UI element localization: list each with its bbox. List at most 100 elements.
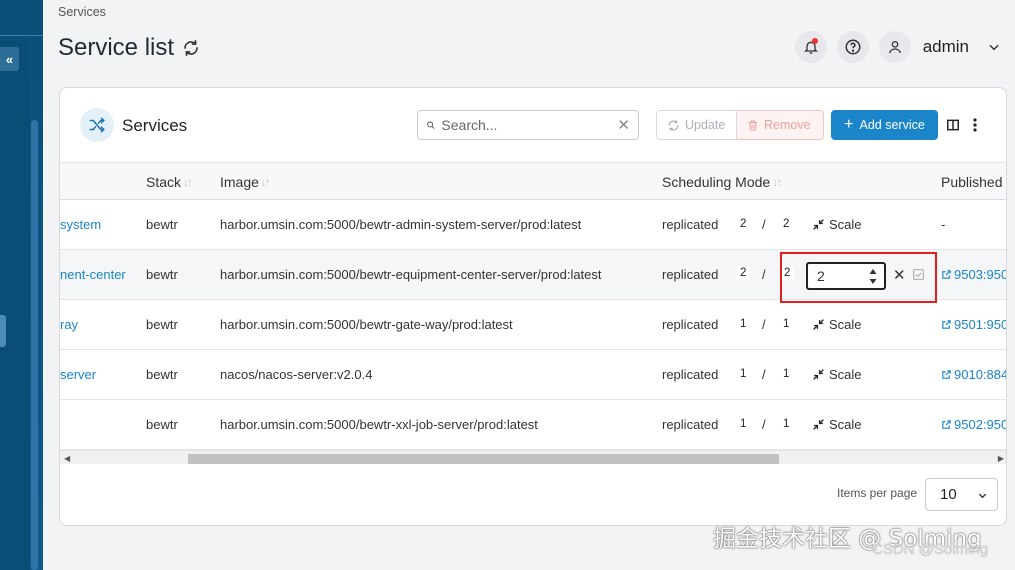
items-per-page-label: Items per page (837, 486, 918, 500)
service-name-link[interactable]: system (60, 217, 101, 232)
search-box[interactable]: ✕ (417, 110, 639, 140)
sync-icon (668, 119, 679, 131)
chevron-down-icon[interactable] (987, 40, 1001, 54)
user-icon (888, 41, 901, 54)
sort-icon: ↓↑ (772, 175, 782, 189)
column-published-label: Published (941, 174, 1003, 190)
image-cell: harbor.umsin.com:5000/bewtr-admin-system… (220, 217, 582, 232)
table-row: server bewtr nacos/nacos-server:v2.0.4 r… (60, 350, 1006, 400)
horizontal-scrollbar[interactable]: ◀ ▶ (60, 450, 1006, 464)
search-input[interactable] (441, 117, 612, 133)
notification-dot (811, 38, 818, 44)
service-name-link[interactable]: ray (60, 317, 78, 332)
column-stack[interactable]: Stack ↓↑ (146, 174, 193, 190)
replicas-input[interactable]: 2 (806, 262, 886, 290)
add-service-button[interactable]: + Add service (831, 110, 938, 140)
remove-button[interactable]: Remove (737, 110, 824, 140)
published-cell: - (941, 217, 946, 232)
published-label: 9503:9503 (954, 267, 1006, 282)
image-cell: harbor.umsin.com:5000/bewtr-xxl-job-serv… (220, 417, 538, 432)
external-link-icon (942, 420, 951, 429)
update-label: Update (685, 118, 726, 132)
services-card: Services ✕ Update Remove + (59, 87, 1007, 526)
help-button[interactable] (836, 31, 869, 63)
scale-button[interactable]: Scale (812, 317, 862, 332)
published-label: 9501:9501 (954, 317, 1006, 332)
update-button[interactable]: Update (656, 110, 737, 140)
scale-button[interactable]: Scale (812, 367, 862, 382)
confirm-edit-icon[interactable] (912, 268, 925, 281)
clear-search-icon[interactable]: ✕ (617, 116, 630, 134)
image-cell: nacos/nacos-server:v2.0.4 (220, 367, 373, 382)
table-row: system bewtr harbor.umsin.com:5000/bewtr… (60, 200, 1006, 250)
help-icon (845, 39, 861, 55)
spinner-arrows-icon[interactable] (869, 268, 877, 285)
collapse-sidebar-button[interactable]: « (0, 47, 19, 71)
published-link[interactable]: 9502:9502 (941, 417, 1006, 432)
published-label: 9502:9502 (954, 417, 1006, 432)
stack-cell: bewtr (146, 267, 178, 282)
published-link[interactable]: 9503:9503 (941, 267, 1006, 282)
column-image[interactable]: Image ↓↑ (220, 174, 271, 190)
watermark-secondary: CSDN @Solming (872, 541, 989, 558)
service-name-link[interactable]: nent-center (60, 267, 126, 282)
add-service-label: Add service (859, 118, 925, 132)
slash: / (762, 417, 766, 432)
sidebar-tab[interactable] (0, 315, 6, 347)
sidebar: « (0, 0, 43, 570)
published-link[interactable]: 9501:9501 (941, 317, 1006, 332)
external-link-icon (942, 270, 951, 279)
column-scheduling[interactable]: Scheduling Mode ↓↑ (662, 174, 782, 190)
stack-cell: bewtr (146, 417, 178, 432)
cancel-edit-icon[interactable]: ✕ (893, 266, 906, 284)
notifications-button[interactable] (794, 31, 827, 63)
scroll-left-icon[interactable]: ◀ (64, 454, 70, 463)
user-name[interactable]: admin (923, 37, 969, 57)
running-count: 2 (736, 266, 751, 280)
running-count: 1 (740, 368, 747, 380)
table-row: bewtr harbor.umsin.com:5000/bewtr-xxl-jo… (60, 400, 1006, 450)
slash: / (762, 317, 766, 332)
breadcrumb[interactable]: Services (58, 5, 106, 19)
desired-count: 2 (783, 218, 790, 230)
items-per-page-select[interactable]: 10 (925, 478, 998, 511)
scale-button[interactable]: Scale (812, 417, 862, 432)
columns-icon[interactable] (946, 118, 960, 132)
more-vertical-icon[interactable] (972, 117, 978, 133)
column-scheduling-label: Scheduling Mode (662, 174, 771, 190)
mode-cell: replicated (662, 267, 719, 282)
refresh-icon[interactable] (182, 39, 200, 57)
running-count: 2 (740, 218, 747, 230)
stack-cell: bewtr (146, 217, 178, 232)
external-link-icon (942, 370, 951, 379)
compress-icon (813, 319, 824, 330)
sidebar-scrollbar[interactable] (31, 120, 38, 570)
user-avatar[interactable] (878, 31, 911, 63)
desired-count: 1 (783, 318, 790, 330)
column-published[interactable]: Published (941, 174, 1003, 190)
running-count: 1 (740, 418, 747, 430)
external-link-icon (942, 320, 951, 329)
mode-cell: replicated (662, 317, 719, 332)
services-table: Stack ↓↑ Image ↓↑ Scheduling Mode ↓↑ Publis… (60, 162, 1006, 450)
scroll-right-icon[interactable]: ▶ (998, 454, 1004, 463)
sidebar-top (0, 0, 43, 36)
slash: / (762, 267, 766, 282)
running-count: 1 (740, 318, 747, 330)
page-title-text: Service list (58, 34, 175, 61)
replicas-value: 2 (817, 268, 825, 284)
service-name-link[interactable]: server (60, 367, 96, 382)
stack-cell: bewtr (146, 317, 178, 332)
slash: / (762, 367, 766, 382)
card-header: Services ✕ Update Remove + (60, 88, 1006, 162)
page-title: Service list (58, 34, 200, 62)
column-image-label: Image (220, 174, 259, 190)
mode-cell: replicated (662, 417, 719, 432)
desired-count: 1 (783, 418, 790, 430)
sort-icon: ↓↑ (183, 175, 193, 189)
published-link[interactable]: 9010:8848 (941, 367, 1006, 382)
scrollbar-thumb[interactable] (188, 454, 779, 464)
card-title: Services (122, 116, 188, 135)
table-row: nent-center bewtr harbor.umsin.com:5000/… (60, 250, 1006, 303)
scale-button[interactable]: Scale (812, 217, 862, 232)
